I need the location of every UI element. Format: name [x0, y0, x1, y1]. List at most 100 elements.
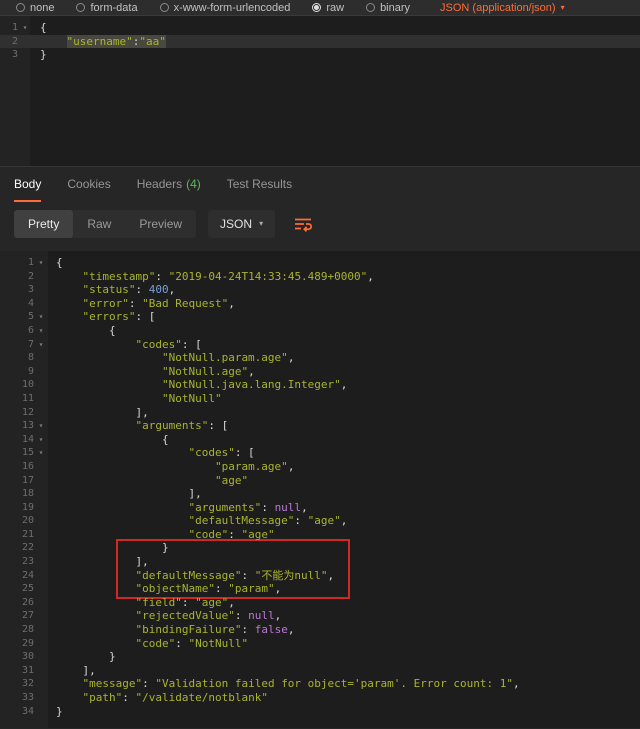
line-number: 23 [0, 555, 34, 569]
code-line: 6▾ { [0, 324, 640, 338]
fold-arrow-icon[interactable]: ▾ [34, 310, 48, 324]
language-dropdown[interactable]: JSON ▾ [208, 210, 275, 238]
line-number: 22 [0, 541, 34, 555]
code-text: "bindingFailure": false, [48, 623, 294, 637]
view-pretty[interactable]: Pretty [14, 210, 73, 238]
code-text: "error": "Bad Request", [48, 297, 235, 311]
code-line: 1▾{ [0, 256, 640, 270]
body-type-option-raw[interactable]: raw [312, 2, 344, 14]
code-line: 12 ], [0, 406, 640, 420]
code-line: 9 "NotNull.age", [0, 365, 640, 379]
tab-headers[interactable]: Headers(4) [137, 167, 201, 202]
gutter-spacer [34, 528, 48, 542]
body-type-option-none[interactable]: none [16, 2, 54, 14]
gutter-spacer [34, 406, 48, 420]
gutter-spacer [34, 677, 48, 691]
tab-test-results[interactable]: Test Results [227, 167, 292, 202]
body-type-label: none [30, 2, 54, 14]
fold-arrow-icon[interactable]: ▾ [34, 433, 48, 447]
fold-arrow-icon[interactable]: ▾ [34, 324, 48, 338]
line-number: 1 [0, 256, 34, 270]
view-preview[interactable]: Preview [125, 210, 196, 238]
code-line: 30 } [0, 650, 640, 664]
gutter-spacer [34, 487, 48, 501]
code-text: "NotNull" [48, 392, 222, 406]
radio-icon [16, 3, 25, 12]
fold-arrow-icon[interactable]: ▾ [34, 446, 48, 460]
gutter-spacer [34, 501, 48, 515]
line-number: 5 [0, 310, 34, 324]
gutter-spacer [34, 392, 48, 406]
code-line: 13▾ "arguments": [ [0, 419, 640, 433]
body-type-option-form-data[interactable]: form-data [76, 2, 137, 14]
line-number: 1 [0, 21, 18, 35]
line-number: 29 [0, 637, 34, 651]
code-line: 7▾ "codes": [ [0, 338, 640, 352]
tab-cookies[interactable]: Cookies [67, 167, 110, 202]
content-type-selector[interactable]: JSON (application/json) ▾ [440, 2, 565, 14]
request-body-editor[interactable]: 1▾{2 "username":"aa"3} [0, 16, 640, 166]
body-type-label: form-data [90, 2, 137, 14]
code-line: 20 "defaultMessage": "age", [0, 514, 640, 528]
gutter-spacer [34, 270, 48, 284]
fold-arrow-icon[interactable]: ▾ [34, 338, 48, 352]
fold-arrow-icon[interactable]: ▾ [34, 256, 48, 270]
line-number: 12 [0, 406, 34, 420]
body-type-label: x-www-form-urlencoded [174, 2, 291, 14]
line-number: 21 [0, 528, 34, 542]
radio-icon [160, 3, 169, 12]
line-number: 30 [0, 650, 34, 664]
line-number: 32 [0, 677, 34, 691]
radio-icon [76, 3, 85, 12]
line-number: 15 [0, 446, 34, 460]
line-number: 28 [0, 623, 34, 637]
tab-body[interactable]: Body [14, 167, 41, 202]
line-number: 9 [0, 365, 34, 379]
code-text: ], [48, 555, 149, 569]
body-type-option-x-www-form-urlencoded[interactable]: x-www-form-urlencoded [160, 2, 291, 14]
wrap-lines-icon[interactable] [293, 216, 313, 232]
code-line: 24 "defaultMessage": "不能为null", [0, 569, 640, 583]
line-number: 33 [0, 691, 34, 705]
line-number: 2 [0, 270, 34, 284]
code-line: 2 "username":"aa" [0, 35, 640, 49]
fold-arrow-icon[interactable]: ▾ [34, 419, 48, 433]
code-line: 2 "timestamp": "2019-04-24T14:33:45.489+… [0, 270, 640, 284]
code-text: { [48, 256, 63, 270]
code-line: 10 "NotNull.java.lang.Integer", [0, 378, 640, 392]
code-text: "message": "Validation failed for object… [48, 677, 520, 691]
code-line: 18 ], [0, 487, 640, 501]
gutter-spacer [34, 637, 48, 651]
code-text: "rejectedValue": null, [48, 609, 281, 623]
content-type-label: JSON (application/json) [440, 2, 556, 14]
code-line: 17 "age" [0, 474, 640, 488]
view-mode-segmented-control: PrettyRawPreview [14, 210, 196, 238]
gutter-spacer [34, 351, 48, 365]
code-text: "field": "age", [48, 596, 235, 610]
code-line: 28 "bindingFailure": false, [0, 623, 640, 637]
code-line: 14▾ { [0, 433, 640, 447]
view-raw[interactable]: Raw [73, 210, 125, 238]
code-text: "timestamp": "2019-04-24T14:33:45.489+00… [48, 270, 374, 284]
headers-count-badge: (4) [186, 177, 201, 191]
code-line: 4 "error": "Bad Request", [0, 297, 640, 311]
line-number: 14 [0, 433, 34, 447]
line-number: 34 [0, 705, 34, 719]
code-line: 5▾ "errors": [ [0, 310, 640, 324]
code-text: "param.age", [48, 460, 294, 474]
response-body-editor[interactable]: 1▾{2 "timestamp": "2019-04-24T14:33:45.4… [0, 251, 640, 728]
code-text: "code": "age" [48, 528, 275, 542]
code-text: "arguments": [ [48, 419, 228, 433]
body-type-label: raw [326, 2, 344, 14]
code-text: "age" [48, 474, 248, 488]
line-number: 20 [0, 514, 34, 528]
body-type-label: binary [380, 2, 410, 14]
fold-arrow-icon[interactable]: ▾ [18, 21, 32, 35]
line-number: 18 [0, 487, 34, 501]
gutter-spacer [34, 623, 48, 637]
gutter-spacer [18, 48, 32, 62]
line-number: 26 [0, 596, 34, 610]
body-type-option-binary[interactable]: binary [366, 2, 410, 14]
gutter-spacer [34, 514, 48, 528]
line-number: 10 [0, 378, 34, 392]
